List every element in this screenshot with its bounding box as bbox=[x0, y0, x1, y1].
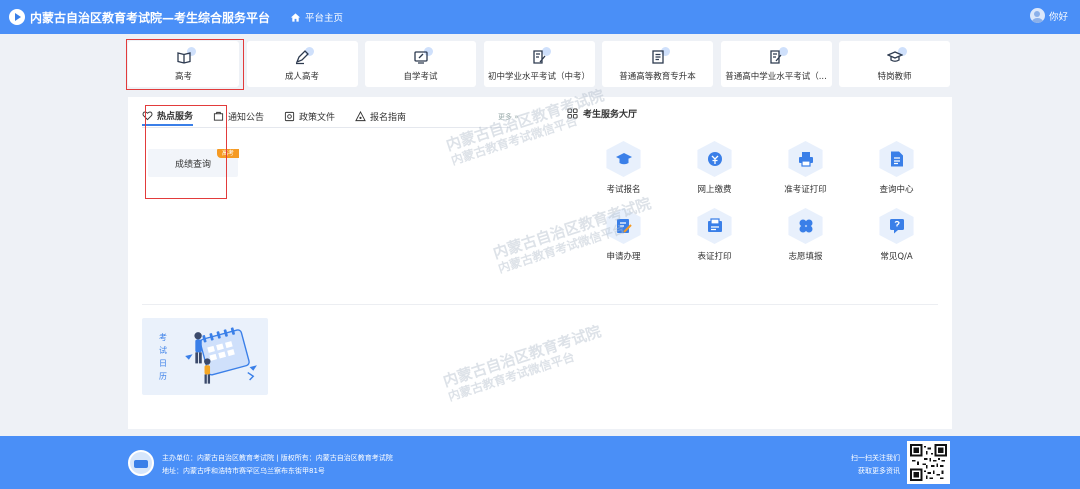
faq-icon bbox=[889, 219, 904, 234]
exam-calendar-card[interactable]: 考 试 日 历 bbox=[142, 318, 268, 395]
book-open-icon bbox=[176, 47, 196, 65]
service-hall-title: 考生服务大厅 bbox=[567, 107, 637, 120]
graduation-cap-icon bbox=[885, 47, 907, 65]
graduation-cap-icon bbox=[615, 153, 632, 165]
document-list-icon bbox=[650, 47, 670, 65]
category-high-school[interactable]: 普通高中学业水平考试（... bbox=[720, 41, 832, 87]
footer-sponsor: 主办单位：内蒙古自治区教育考试院 | 版权所有：内蒙古自治区教育考试院 bbox=[162, 454, 393, 462]
pen-icon bbox=[294, 47, 314, 65]
category-adult-exam[interactable]: 成人高考 bbox=[246, 41, 358, 87]
footer-info: 主办单位：内蒙古自治区教育考试院 | 版权所有：内蒙古自治区教育考试院 地址：内… bbox=[162, 452, 393, 478]
document-search-icon bbox=[890, 151, 903, 167]
calendar-char: 日 bbox=[159, 359, 167, 368]
service-query-center[interactable]: 查询中心 bbox=[851, 141, 942, 195]
category-label: 普通高等教育专升本 bbox=[619, 72, 696, 82]
footer-address: 地址：内蒙古呼和浩特市赛罕区乌兰察布东街甲81号 bbox=[162, 467, 325, 475]
document-pen-icon bbox=[531, 47, 551, 65]
clover-icon bbox=[799, 219, 812, 233]
service-hall-title-text: 考生服务大厅 bbox=[583, 110, 638, 120]
service-label: 考试报名 bbox=[606, 185, 641, 195]
logo-icon bbox=[9, 9, 25, 25]
category-label: 自学考试 bbox=[403, 72, 438, 82]
apply-edit-icon bbox=[616, 219, 632, 233]
home-link[interactable]: 平台主页 bbox=[290, 10, 343, 24]
service-form-print[interactable]: 表证打印 bbox=[669, 208, 760, 262]
service-admission-print[interactable]: 准考证打印 bbox=[760, 141, 851, 195]
service-volunteer-fill[interactable]: 志愿填报 bbox=[760, 208, 851, 262]
category-label: 特岗教师 bbox=[877, 72, 912, 82]
tab-label: 通知公告 bbox=[228, 112, 265, 123]
footer: 主办单位：内蒙古自治区教育考试院 | 版权所有：内蒙古自治区教育考试院 地址：内… bbox=[0, 436, 1080, 489]
service-label: 志愿填报 bbox=[788, 252, 823, 262]
service-hall-grid: 考试报名 网上缴费 准考证打印 查询中心 申请办理 表证打印 志愿填报 常见Q/… bbox=[578, 141, 942, 262]
service-label: 准考证打印 bbox=[784, 185, 827, 195]
scan-text: 扫一扫关注我们 bbox=[851, 454, 900, 462]
exam-category-row: 高考 成人高考 自学考试 初中学业水平考试（中考） 普通高等教育专升本 普通高中… bbox=[128, 41, 958, 87]
printer-icon bbox=[798, 152, 813, 167]
service-application[interactable]: 申请办理 bbox=[578, 208, 669, 262]
user-greeting: 你好 bbox=[1048, 11, 1068, 23]
screen-edit-icon bbox=[413, 47, 433, 65]
service-exam-registration[interactable]: 考试报名 bbox=[578, 141, 669, 195]
service-label: 表证打印 bbox=[697, 252, 732, 262]
service-label: 查询中心 bbox=[879, 185, 914, 195]
service-label: 常见Q/A bbox=[880, 252, 913, 262]
user-menu[interactable]: 你好 bbox=[1029, 8, 1068, 23]
service-faq[interactable]: 常见Q/A bbox=[851, 208, 942, 262]
highlight-box-hot-service bbox=[145, 105, 227, 199]
tab-registration-guide[interactable]: 报名指南 bbox=[355, 106, 406, 126]
policy-file-icon bbox=[284, 111, 295, 121]
section-divider bbox=[142, 304, 938, 305]
main-panel: 热点服务 通知公告 政策文件 报名指南 更多 » 成绩查询 高考 考生服务大厅 … bbox=[128, 97, 952, 429]
category-upgrade[interactable]: 普通高等教育专升本 bbox=[602, 41, 713, 87]
calendar-char: 试 bbox=[159, 346, 167, 355]
more-link[interactable]: 更多 » bbox=[498, 112, 519, 122]
service-online-payment[interactable]: 网上缴费 bbox=[669, 141, 760, 195]
guide-icon bbox=[355, 110, 366, 121]
home-link-label: 平台主页 bbox=[305, 13, 344, 24]
site-title: 内蒙古自治区教育考试院—考生综合服务平台 bbox=[30, 11, 271, 25]
category-label: 初中学业水平考试（中考） bbox=[487, 72, 590, 82]
footer-follow-text: 扫一扫关注我们 获取更多资讯 bbox=[838, 452, 900, 478]
category-self-study[interactable]: 自学考试 bbox=[365, 41, 476, 87]
exam-calendar-label: 考 试 日 历 bbox=[158, 331, 168, 383]
calendar-illustration bbox=[185, 327, 257, 384]
tab-label: 报名指南 bbox=[370, 112, 407, 123]
grid-icon bbox=[567, 108, 578, 119]
avatar bbox=[1029, 8, 1045, 23]
card-print-icon bbox=[707, 218, 722, 232]
emblem-icon bbox=[128, 450, 154, 476]
top-header: 内蒙古自治区教育考试院—考生综合服务平台 平台主页 你好 bbox=[0, 0, 1080, 34]
document-edit-icon bbox=[768, 47, 788, 65]
category-label: 成人高考 bbox=[284, 72, 319, 82]
category-middle-school[interactable]: 初中学业水平考试（中考） bbox=[483, 41, 595, 87]
service-label: 申请办理 bbox=[606, 252, 641, 262]
scan-subtext: 获取更多资讯 bbox=[858, 467, 900, 475]
calendar-char: 考 bbox=[159, 333, 167, 342]
category-label: 普通高中学业水平考试（... bbox=[725, 72, 827, 82]
tab-label: 政策文件 bbox=[299, 112, 336, 123]
category-special-teacher[interactable]: 特岗教师 bbox=[839, 41, 950, 87]
qr-code bbox=[907, 441, 950, 484]
home-icon bbox=[290, 12, 301, 22]
service-label: 网上缴费 bbox=[697, 185, 732, 195]
tab-policy-files[interactable]: 政策文件 bbox=[284, 106, 335, 126]
coin-icon bbox=[707, 152, 722, 166]
calendar-char: 历 bbox=[159, 372, 167, 381]
